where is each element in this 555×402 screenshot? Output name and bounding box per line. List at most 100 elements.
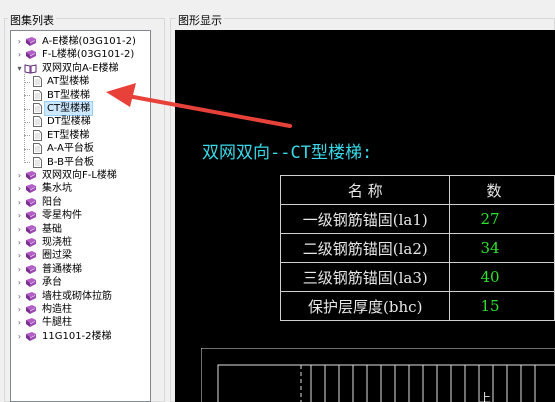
tree-item-label: 双网双向A-E楼梯 [42,62,119,74]
document-icon [33,76,42,88]
tree-node[interactable]: › 基础 [15,223,64,236]
tree-item-label: 双网双向F-L楼梯 [42,170,117,181]
graphic-panel-title: 图形显示 [176,12,224,28]
parameter-table: 名 称 数 一级钢筋锚固(la1) 27 二级钢筋锚固(la2) 34 三级钢筋… [279,175,555,321]
chevron-right-icon[interactable]: › [15,182,24,195]
chevron-right-icon[interactable]: › [15,263,24,276]
table-row[interactable]: 一级钢筋锚固(la1) 27 [279,204,555,234]
header-name-cell: 名 称 [279,175,451,205]
tree-item-label: 基础 [42,223,62,235]
book-icon [26,171,36,180]
param-name: 三级钢筋锚固(la3) [279,262,451,292]
book-icon [26,331,36,341]
book-icon [26,211,36,221]
tree-leaf[interactable]: AT型楼梯 [33,75,91,88]
tree-item-label: DT型楼梯 [47,116,91,128]
tree-node[interactable]: › 阳台 [15,196,64,209]
chevron-right-icon[interactable]: › [15,223,24,236]
stair-outline [201,348,555,402]
tree-item-label: B-B平台板 [47,156,94,168]
tree-node[interactable]: › 普通楼梯 [15,263,84,276]
tree-item-label: 阳台 [42,196,62,208]
tree-item-label: BT型楼梯 [47,89,90,101]
book-icon [26,305,36,314]
tree-node[interactable]: › 集水坑 [15,182,74,195]
book-icon [26,238,36,247]
chevron-right-icon[interactable]: › [15,330,24,343]
book-icon [26,318,36,328]
tree-node[interactable]: › A-E楼梯(03G101-2) [15,35,138,48]
param-name: 二级钢筋锚固(la2) [279,233,451,263]
document-icon [33,103,42,114]
book-icon [26,264,36,274]
tree-item-label: 墙柱或砌体拉筋 [42,290,112,302]
parameter-table-header: 名 称 数 [279,175,555,205]
chevron-right-icon[interactable]: › [15,249,24,262]
param-name: 保护层厚度(bhc) [279,291,451,321]
tree-node[interactable]: › 圈过梁 [15,249,74,262]
tree-item-label: 集水坑 [42,183,72,195]
tree-connector [24,73,25,163]
tree-node[interactable]: ▾ 双网双向A-E楼梯 [15,62,121,75]
tree-node[interactable]: › 零星构件 [15,209,84,222]
tree-leaf[interactable]: DT型楼梯 [33,115,93,128]
tree-leaf[interactable]: A-A平台板 [33,142,96,155]
tree-node[interactable]: › 11G101-2楼梯 [15,330,114,343]
tree-node[interactable]: › F-L楼梯(03G101-2) [15,48,136,61]
drawing-title: 双网双向--CT型楼梯: [202,143,373,163]
book-icon [26,184,36,194]
graphic-canvas[interactable]: 双网双向--CT型楼梯: 名 称 数 一级钢筋锚固(la1) 27 二级钢筋锚固… [175,30,555,402]
chevron-right-icon[interactable]: › [15,276,24,289]
tree-node[interactable]: › 双网双向F-L楼梯 [15,169,119,182]
param-value[interactable]: 40 [449,262,555,292]
book-icon [26,291,36,301]
tree-item-label: 圈过梁 [42,250,72,262]
chevron-right-icon[interactable]: › [15,35,24,48]
tree-item-label: 构造柱 [42,304,72,315]
stair-treads [310,365,536,402]
chevron-right-icon[interactable]: › [15,290,24,303]
tree-node[interactable]: › 牛腿柱 [15,316,74,329]
tree-leaf[interactable]: ET型楼梯 [33,129,91,142]
tree-node[interactable]: › 墙柱或砌体拉筋 [15,290,114,303]
book-icon [26,37,36,46]
stair-inner-outline [217,364,555,402]
tree-leaf[interactable]: BT型楼梯 [33,89,92,102]
tree-item-label: AT型楼梯 [47,76,90,88]
tree-item-label: 牛腿柱 [42,317,72,329]
chevron-right-icon[interactable]: › [15,316,24,329]
tree-item-label: 承台 [42,277,62,289]
chevron-right-icon[interactable]: › [15,303,24,316]
tree-leaf[interactable]: CT型楼梯 [33,101,94,116]
tree-leaf[interactable]: B-B平台板 [33,156,96,169]
atlas-tree-view[interactable]: › A-E楼梯(03G101-2) › F-L楼梯(03G101-2) ▾ 双网双向A-E… [10,30,151,402]
tree-node[interactable]: › 现浇桩 [15,236,74,249]
table-row[interactable]: 二级钢筋锚固(la2) 34 [279,233,555,263]
param-name: 一级钢筋锚固(la1) [279,204,451,234]
param-value[interactable]: 15 [449,291,555,321]
document-icon [33,143,42,155]
open-book-icon [24,64,37,74]
tree-item-label: ET型楼梯 [47,129,90,141]
tree-item-label: 零星构件 [42,210,82,222]
tree-item-label: 现浇桩 [42,237,72,248]
table-row[interactable]: 三级钢筋锚固(la3) 40 [279,262,555,292]
tree-node[interactable]: › 构造柱 [15,303,74,316]
tree-node[interactable]: › 承台 [15,276,64,289]
chevron-right-icon[interactable]: › [15,196,24,209]
param-value[interactable]: 34 [449,233,555,263]
book-icon [26,224,36,234]
document-icon [33,116,42,128]
chevron-right-icon[interactable]: › [15,169,24,182]
header-value-cell: 数 [449,175,555,205]
param-value[interactable]: 27 [449,204,555,234]
book-icon [26,251,36,261]
chevron-right-icon[interactable]: › [15,48,24,61]
table-row[interactable]: 保护层厚度(bhc) 15 [279,291,555,321]
chevron-right-icon[interactable]: › [15,236,24,249]
chevron-down-icon[interactable]: ▾ [15,62,24,75]
chevron-right-icon[interactable]: › [15,209,24,222]
tree-panel-title: 图集列表 [8,12,56,28]
document-icon [33,89,42,101]
document-icon [33,129,42,141]
